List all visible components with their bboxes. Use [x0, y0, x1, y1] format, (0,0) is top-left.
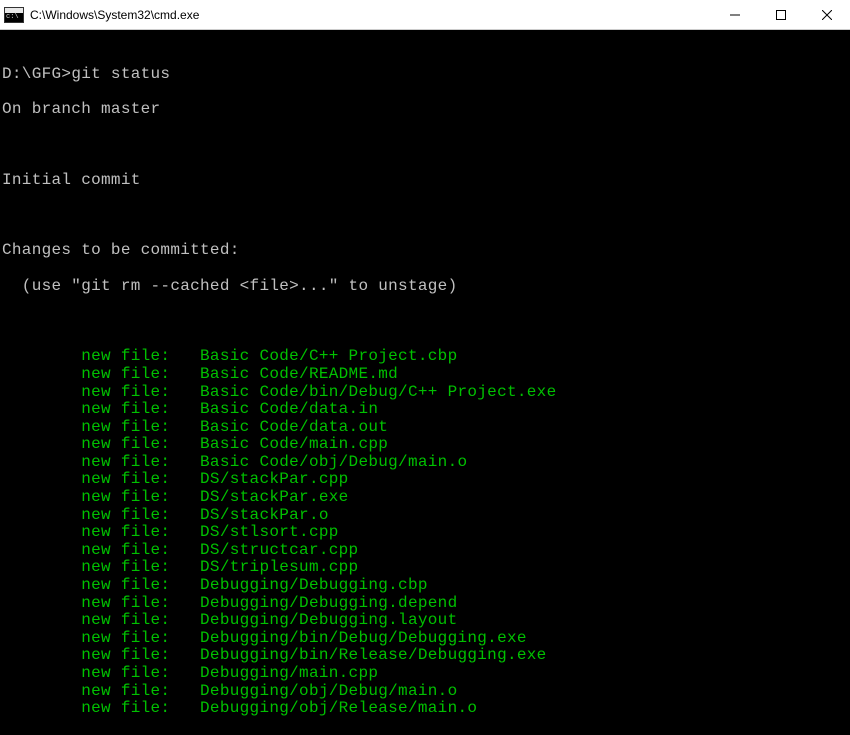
terminal-content[interactable]: D:\GFG>git status On branch master Initi…	[0, 30, 850, 735]
command-line: D:\GFG>git status	[2, 66, 850, 84]
branch-line: On branch master	[2, 101, 850, 119]
maximize-icon	[776, 10, 786, 20]
titlebar-left: C:\Windows\System32\cmd.exe	[0, 7, 199, 23]
file-row: new file: Basic Code/C++ Project.cbp	[2, 348, 850, 366]
file-row: new file: Debugging/obj/Release/main.o	[2, 700, 850, 718]
close-button[interactable]	[804, 0, 850, 29]
maximize-button[interactable]	[758, 0, 804, 29]
initial-commit-line: Initial commit	[2, 172, 850, 190]
file-row: new file: Basic Code/bin/Debug/C++ Proje…	[2, 384, 850, 402]
minimize-button[interactable]	[712, 0, 758, 29]
file-row: new file: Basic Code/main.cpp	[2, 436, 850, 454]
cmd-icon	[4, 7, 24, 23]
file-list: new file: Basic Code/C++ Project.cbp new…	[2, 348, 850, 717]
file-row: new file: DS/triplesum.cpp	[2, 559, 850, 577]
file-row: new file: Basic Code/data.out	[2, 419, 850, 437]
file-row: new file: Basic Code/README.md	[2, 366, 850, 384]
file-row: new file: Debugging/bin/Release/Debuggin…	[2, 647, 850, 665]
file-row: new file: Basic Code/data.in	[2, 401, 850, 419]
unstage-hint: (use "git rm --cached <file>..." to unst…	[2, 278, 850, 296]
close-icon	[822, 10, 832, 20]
file-row: new file: Debugging/main.cpp	[2, 665, 850, 683]
file-row: new file: DS/stlsort.cpp	[2, 524, 850, 542]
file-row: new file: Basic Code/obj/Debug/main.o	[2, 454, 850, 472]
file-row: new file: DS/structcar.cpp	[2, 542, 850, 560]
file-row: new file: DS/stackPar.cpp	[2, 471, 850, 489]
file-row: new file: Debugging/Debugging.layout	[2, 612, 850, 630]
file-row: new file: Debugging/Debugging.cbp	[2, 577, 850, 595]
prompt: D:\GFG>	[2, 65, 71, 83]
window-title: C:\Windows\System32\cmd.exe	[30, 8, 199, 22]
file-row: new file: Debugging/bin/Debug/Debugging.…	[2, 630, 850, 648]
file-row: new file: DS/stackPar.exe	[2, 489, 850, 507]
blank-line	[2, 136, 850, 154]
window-titlebar: C:\Windows\System32\cmd.exe	[0, 0, 850, 30]
file-row: new file: DS/stackPar.o	[2, 507, 850, 525]
minimize-icon	[730, 10, 740, 20]
blank-line	[2, 313, 850, 331]
blank-line	[2, 207, 850, 225]
window-controls	[712, 0, 850, 29]
file-row: new file: Debugging/Debugging.depend	[2, 595, 850, 613]
file-row: new file: Debugging/obj/Debug/main.o	[2, 683, 850, 701]
changes-header: Changes to be committed:	[2, 242, 850, 260]
command: git status	[71, 65, 170, 83]
